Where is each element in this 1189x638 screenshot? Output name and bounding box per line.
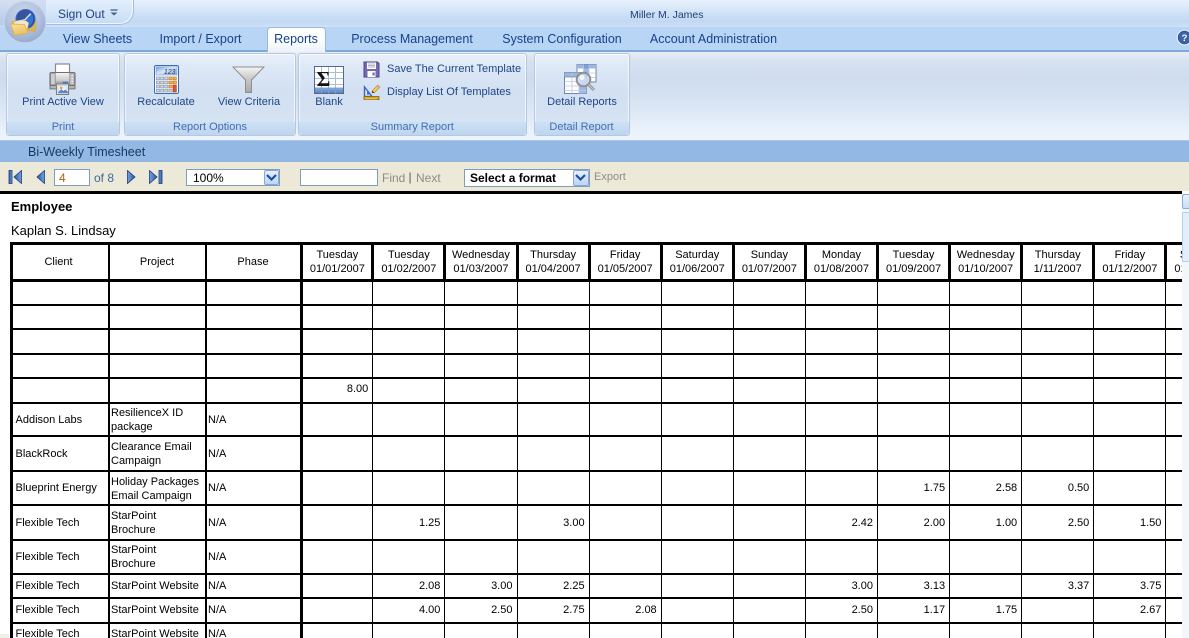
svg-text:123: 123 [164, 69, 176, 76]
svg-text:Σ: Σ [317, 67, 331, 91]
svg-text:?: ? [1182, 33, 1188, 44]
